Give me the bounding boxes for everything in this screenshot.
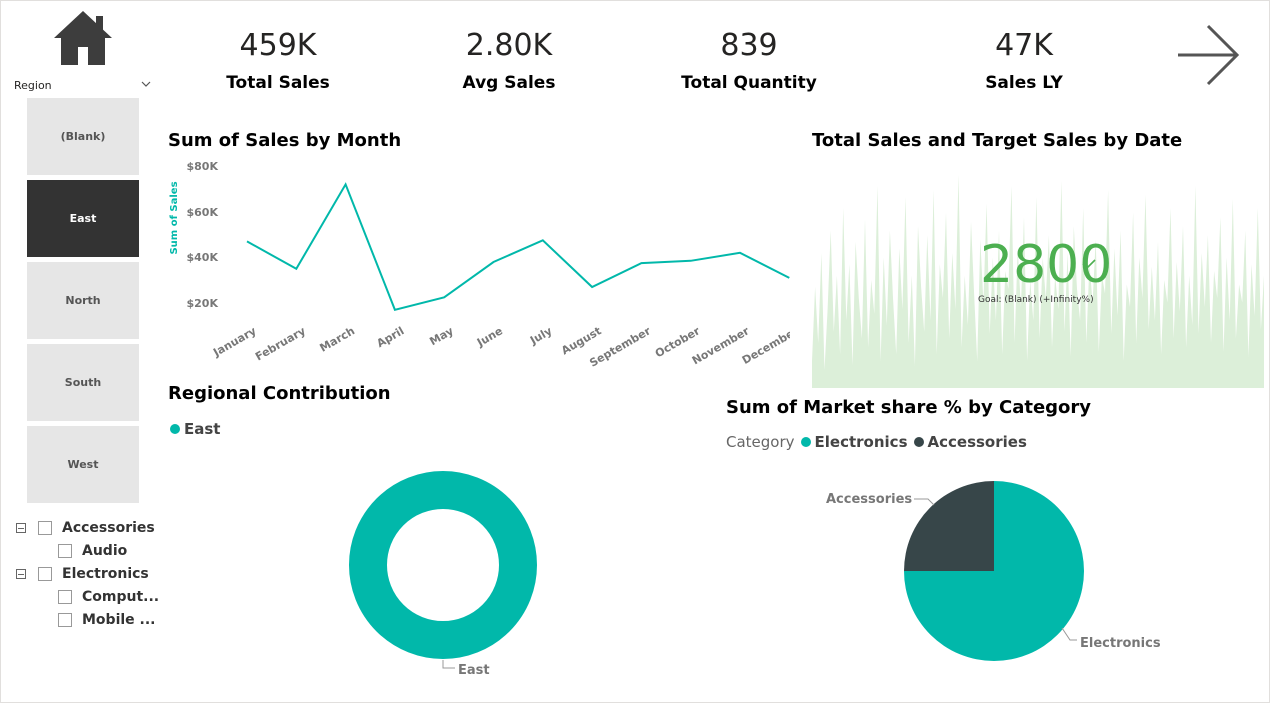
legend-item-electronics[interactable]: Electronics: [815, 433, 908, 451]
kpi-label: Total Quantity: [681, 73, 817, 93]
check-icon: [1082, 259, 1096, 270]
x-axis-labels: JanuaryFebruary March April May June July Augu…: [210, 324, 790, 370]
tree-item-computers[interactable]: Comput...: [58, 589, 159, 605]
kpi-label: Sales LY: [985, 73, 1063, 93]
legend-item-east[interactable]: East: [184, 420, 220, 438]
region-slicer-item-blank[interactable]: (Blank): [27, 98, 139, 175]
kpi-value: 459K: [239, 28, 317, 63]
tree-item-label: Mobile ...: [82, 612, 156, 628]
donut-chart-title: Regional Contribution: [168, 383, 391, 404]
x-tick-label: May: [427, 324, 455, 348]
legend-dot: [170, 424, 180, 434]
donut-chart[interactable]: East: [330, 455, 560, 685]
x-tick-label: April: [374, 324, 406, 350]
tree-item-label: Audio: [82, 543, 128, 559]
tree-item-label: Electronics: [62, 566, 149, 582]
goal-text: Goal: (Blank) (+Infinity%): [978, 295, 1094, 305]
line-chart-title: Sum of Sales by Month: [168, 130, 402, 151]
pie-slice-accessories[interactable]: [904, 481, 994, 571]
region-slicer-item-south[interactable]: South: [27, 344, 139, 421]
legend-dot: [913, 437, 924, 447]
region-slicer-item-west[interactable]: West: [27, 426, 139, 503]
checkbox[interactable]: [38, 521, 52, 535]
line-chart[interactable]: Sum of Sales $20K $40K $60K $80K January…: [160, 155, 790, 380]
tree-item-audio[interactable]: Audio: [58, 543, 127, 559]
slice-label: East: [458, 663, 490, 678]
x-tick-label: July: [527, 324, 554, 347]
kpi-value: 839: [720, 28, 778, 63]
kpi-value: 47K: [995, 28, 1053, 63]
tree-item-mobile[interactable]: Mobile ...: [58, 612, 156, 628]
collapse-icon[interactable]: [16, 523, 26, 533]
x-tick-label: February: [253, 324, 308, 363]
slice-label: Electronics: [1080, 636, 1161, 651]
tree-item-accessories[interactable]: Accessories: [16, 520, 155, 536]
region-slicer-item-east[interactable]: East: [27, 180, 139, 257]
y-tick-label: $80K: [187, 160, 219, 173]
pie-legend: Category Electronics Accessories: [726, 433, 1027, 451]
home-icon[interactable]: [52, 8, 114, 68]
y-tick-label: $20K: [187, 297, 219, 310]
y-tick-label: $40K: [187, 251, 219, 264]
legend-title: Category: [726, 433, 795, 451]
legend-dot: [800, 437, 811, 447]
arrow-right-icon[interactable]: [1176, 24, 1240, 86]
y-axis-title: Sum of Sales: [169, 181, 180, 254]
pie-chart-title: Sum of Market share % by Category: [726, 397, 1092, 418]
donut-slice-east[interactable]: [349, 471, 537, 659]
tree-item-label: Comput...: [82, 589, 160, 605]
checkbox[interactable]: [38, 567, 52, 581]
chevron-down-icon[interactable]: [141, 81, 151, 87]
y-tick-label: $60K: [187, 206, 219, 219]
x-tick-label: June: [474, 324, 505, 349]
leader-line: [914, 498, 935, 506]
x-tick-label: January: [210, 324, 258, 359]
series-line-sales: [246, 182, 790, 311]
slice-label: Accessories: [826, 492, 912, 507]
checkbox[interactable]: [58, 613, 72, 627]
x-tick-label: March: [318, 324, 358, 354]
checkbox[interactable]: [58, 590, 72, 604]
legend-item-accessories[interactable]: Accessories: [928, 433, 1027, 451]
area-chart-title: Total Sales and Target Sales by Date: [812, 130, 1183, 151]
pie-chart[interactable]: Accessories Electronics: [800, 470, 1180, 670]
leader-line: [442, 660, 455, 669]
tree-item-electronics[interactable]: Electronics: [16, 566, 149, 582]
kpi-value: 2.80K: [465, 28, 553, 63]
region-slicer-title: Region: [14, 79, 52, 92]
region-slicer-item-north[interactable]: North: [27, 262, 139, 339]
leader-line: [1061, 627, 1077, 641]
tree-item-label: Accessories: [62, 520, 155, 536]
checkbox[interactable]: [58, 544, 72, 558]
kpi-label: Total Sales: [226, 73, 330, 93]
collapse-icon[interactable]: [16, 569, 26, 579]
donut-legend: East: [164, 420, 220, 438]
kpi-label: Avg Sales: [462, 73, 556, 93]
